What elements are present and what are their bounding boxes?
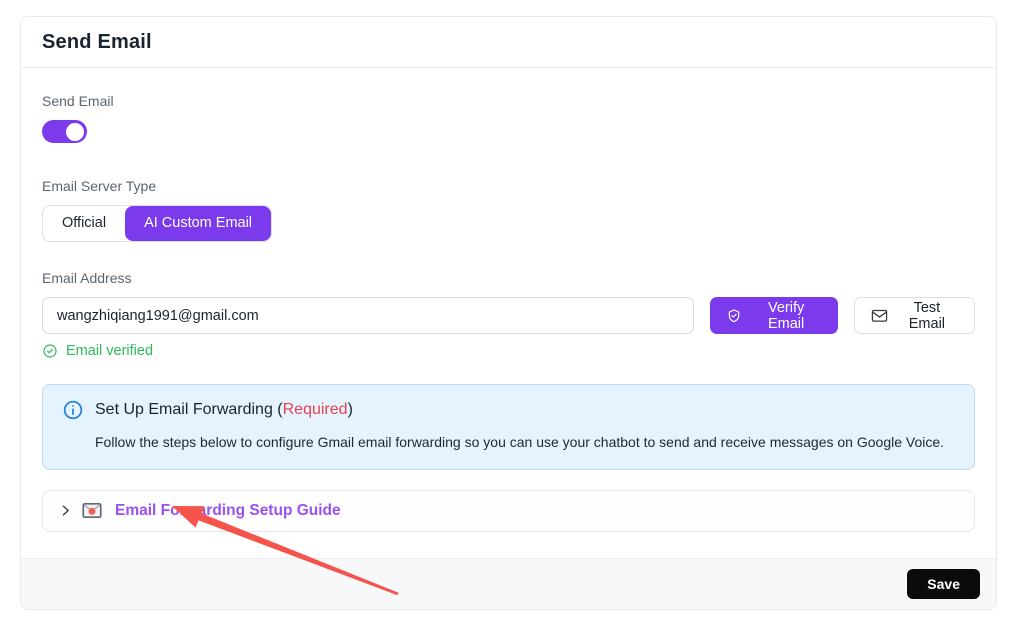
server-type-label: Email Server Type [42,178,975,194]
card-body: Send Email Email Server Type Official AI… [21,68,996,558]
required-badge-text: Required [283,401,348,418]
info-box-title: Set Up Email Forwarding (Required) [95,401,353,419]
email-forwarding-guide-label: Email Forwarding Setup Guide [115,502,341,520]
email-forwarding-info-box: Set Up Email Forwarding (Required) Follo… [42,384,975,470]
verify-email-button[interactable]: Verify Email [710,297,837,334]
server-type-custom-button[interactable]: AI Custom Email [125,206,271,241]
check-circle-icon [42,343,58,359]
email-forwarding-guide-toggle[interactable]: Email Forwarding Setup Guide [42,490,975,532]
send-email-card: Send Email Send Email Email Server Type … [20,16,997,610]
send-email-toggle-label: Send Email [42,93,975,109]
verify-email-label: Verify Email [750,300,821,332]
info-box-body: Follow the steps below to configure Gmai… [95,433,954,452]
card-header: Send Email [21,17,996,68]
info-circle-icon [63,400,83,420]
email-verified-text: Email verified [66,343,153,359]
envelope-seal-icon [82,502,102,519]
email-address-label: Email Address [42,270,975,286]
card-footer: Save [21,558,996,609]
save-button[interactable]: Save [907,569,980,599]
email-verified-status: Email verified [42,343,975,359]
server-type-official-button[interactable]: Official [43,206,125,241]
send-email-toggle[interactable] [42,120,87,143]
chevron-right-icon [59,504,72,517]
shield-check-icon [726,308,742,324]
page-title: Send Email [42,31,975,54]
toggle-knob [66,123,84,141]
envelope-icon [871,308,888,323]
server-type-group: Official AI Custom Email [42,205,272,242]
test-email-label: Test Email [896,300,958,332]
test-email-button[interactable]: Test Email [854,297,975,334]
email-address-input[interactable] [42,297,694,334]
